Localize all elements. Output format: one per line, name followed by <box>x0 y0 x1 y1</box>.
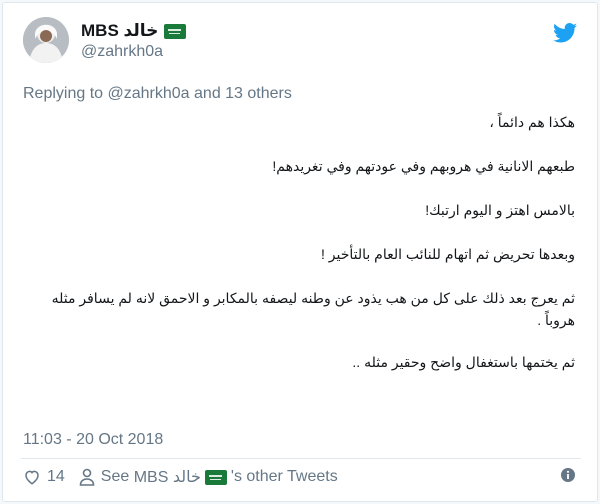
see-suffix: 's other Tweets <box>230 468 338 485</box>
tweet-line: ثم يختمها باستغفال واضح وحقير مثله .. <box>352 354 575 370</box>
tweet-footer: 14 See MBS خالد 's other Tweets <box>23 465 581 489</box>
saudi-flag-icon <box>164 23 187 39</box>
display-name[interactable]: MBS خالد <box>81 21 158 41</box>
display-name-row[interactable]: MBS خالد <box>81 21 187 41</box>
tweet-timestamp[interactable]: 11:03 - 20 Oct 2018 <box>23 431 163 449</box>
tweet-text: هكذا هم دائماً ، طبعهم الانانية في هروبه… <box>27 111 575 395</box>
footer-divider <box>21 458 581 459</box>
replying-mention-link[interactable]: @zahrkh0a <box>108 85 190 102</box>
avatar[interactable] <box>23 17 69 63</box>
replying-others-link[interactable]: and 13 others <box>194 85 292 102</box>
info-icon[interactable] <box>561 468 575 482</box>
like-count: 14 <box>47 468 65 485</box>
tweet-card: MBS خالد @zahrkh0a Replying to @zahrkh0a… <box>2 2 598 502</box>
tweet-header: MBS خالد @zahrkh0a <box>23 17 581 67</box>
tweet-line: طبعهم الانانية في هروبهم وفي عودتهم وفي … <box>272 158 575 174</box>
see-name: MBS خالد <box>133 469 201 486</box>
replying-prefix: Replying to <box>23 85 104 102</box>
twitter-bird-icon[interactable] <box>553 23 577 43</box>
tweet-line: بالامس اهتز و اليوم ارتبك! <box>425 202 575 218</box>
tweet-line: وبعدها تحريض ثم اتهام للنائب العام بالتأ… <box>320 246 575 262</box>
saudi-flag-icon <box>204 469 227 485</box>
user-handle[interactable]: @zahrkh0a <box>81 43 163 61</box>
see-other-tweets-link[interactable]: See MBS خالد 's other Tweets <box>101 467 338 487</box>
replying-to: Replying to @zahrkh0a and 13 others <box>23 85 292 103</box>
tweet-line: هكذا هم دائماً ، <box>489 114 575 130</box>
tweet-line: ثم يعرج بعد ذلك على كل من هب يذود عن وطن… <box>51 290 575 328</box>
heart-icon[interactable] <box>23 468 41 486</box>
see-prefix: See <box>100 468 130 485</box>
person-icon <box>79 468 95 486</box>
